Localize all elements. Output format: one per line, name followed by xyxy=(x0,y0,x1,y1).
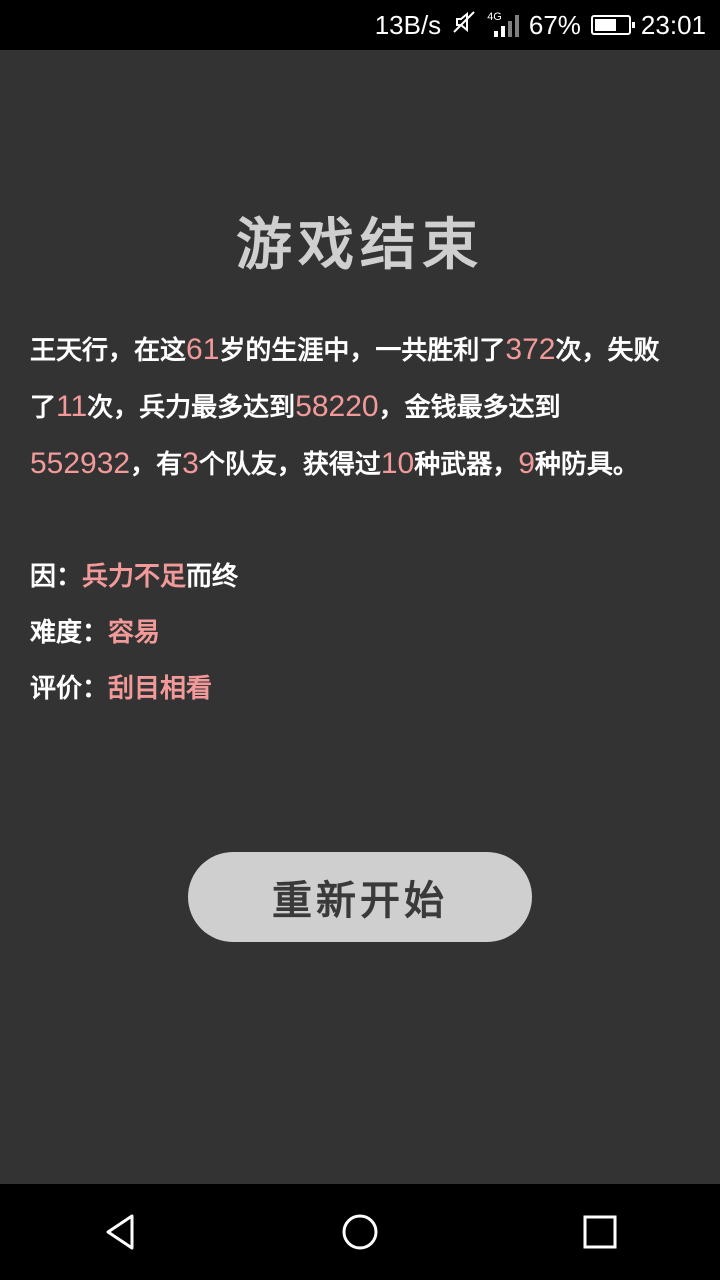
network-speed: 13B/s xyxy=(374,9,442,40)
back-triangle-icon[interactable] xyxy=(80,1192,160,1272)
network-type: 4G xyxy=(487,11,502,23)
rating-line: 评价：刮目相看 xyxy=(30,668,212,705)
difficulty-label: 难度： xyxy=(30,618,109,648)
summary-text: 种防具。 xyxy=(534,450,639,480)
armors-value: 9 xyxy=(518,447,535,480)
summary-text: ，金钱最多达到 xyxy=(378,393,561,423)
restart-button[interactable]: 重新开始 xyxy=(188,852,532,942)
cause-value: 兵力不足 xyxy=(82,562,187,592)
game-over-screen: 游戏结束 王天行，在这61岁的生涯中，一共胜利了372次，失败了11次，兵力最多… xyxy=(0,50,720,1184)
cause-label: 因： xyxy=(30,562,83,592)
summary-text: 个队友，获得过 xyxy=(198,450,381,480)
battery-percent: 67% xyxy=(528,9,581,40)
difficulty-value: 容易 xyxy=(108,618,161,648)
summary-text: 次，兵力最多达到 xyxy=(87,393,296,423)
weapons-value: 10 xyxy=(380,447,415,480)
status-bar: 13B/s 4G 67% 23:01 xyxy=(0,0,720,50)
rating-label: 评价： xyxy=(30,674,109,704)
cause-suffix: 而终 xyxy=(186,562,239,592)
cause-line: 因：兵力不足而终 xyxy=(30,556,238,593)
max-money-value: 552932 xyxy=(30,447,131,480)
status-time: 23:01 xyxy=(640,9,706,40)
mute-icon xyxy=(451,9,477,42)
battery-icon xyxy=(590,15,635,35)
age-value: 61 xyxy=(186,333,220,366)
player-name: 王天行 xyxy=(30,336,109,366)
summary-text: 岁的生涯中，一共胜利了 xyxy=(219,336,506,366)
home-circle-icon[interactable] xyxy=(320,1192,400,1272)
summary-text: ，有 xyxy=(130,450,183,480)
summary-text: ，在这 xyxy=(108,336,187,366)
losses-value: 11 xyxy=(56,390,88,423)
recents-square-icon[interactable] xyxy=(560,1192,640,1272)
rating-value: 刮目相看 xyxy=(108,674,213,704)
career-summary: 王天行，在这61岁的生涯中，一共胜利了372次，失败了11次，兵力最多达到582… xyxy=(30,322,680,493)
difficulty-line: 难度：容易 xyxy=(30,612,160,649)
max-troops-value: 58220 xyxy=(295,390,379,423)
summary-text: 种武器， xyxy=(414,450,519,480)
teammates-value: 3 xyxy=(182,447,199,480)
wins-value: 372 xyxy=(505,333,556,366)
navigation-bar xyxy=(0,1184,720,1280)
page-title: 游戏结束 xyxy=(236,212,484,278)
